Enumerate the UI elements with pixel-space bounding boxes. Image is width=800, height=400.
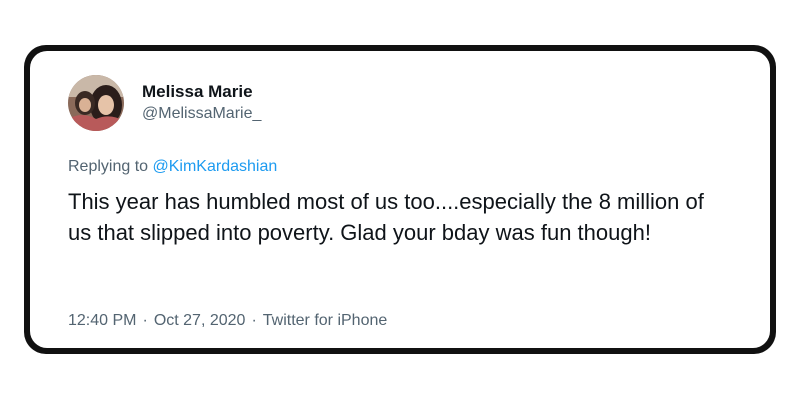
tweet-card: Melissa Marie @MelissaMarie_ Replying to… — [30, 51, 770, 348]
tweet-text: This year has humbled most of us too....… — [68, 189, 704, 245]
author-display-name[interactable]: Melissa Marie — [142, 81, 261, 103]
tweet-source[interactable]: Twitter for iPhone — [263, 311, 388, 331]
meta-separator: · — [142, 312, 148, 329]
tweet-date[interactable]: Oct 27, 2020 — [154, 311, 246, 331]
tweet-time[interactable]: 12:40 PM — [68, 311, 136, 331]
replying-to-label: Replying to — [68, 158, 149, 175]
reply-to-mention-link[interactable]: @KimKardashian — [153, 158, 278, 175]
tweet-meta: 12:40 PM · Oct 27, 2020 · Twitter for iP… — [68, 311, 387, 331]
author-handle[interactable]: @MelissaMarie_ — [142, 103, 261, 125]
meta-separator: · — [251, 312, 257, 329]
tweet-card-frame: Melissa Marie @MelissaMarie_ Replying to… — [24, 45, 776, 354]
avatar[interactable] — [68, 75, 124, 131]
page: Melissa Marie @MelissaMarie_ Replying to… — [0, 0, 800, 400]
author-names: Melissa Marie @MelissaMarie_ — [142, 81, 261, 125]
avatar-photo-icon — [68, 75, 124, 131]
tweet-header: Melissa Marie @MelissaMarie_ — [68, 75, 261, 131]
replying-to-line: Replying to @KimKardashian — [68, 157, 277, 177]
